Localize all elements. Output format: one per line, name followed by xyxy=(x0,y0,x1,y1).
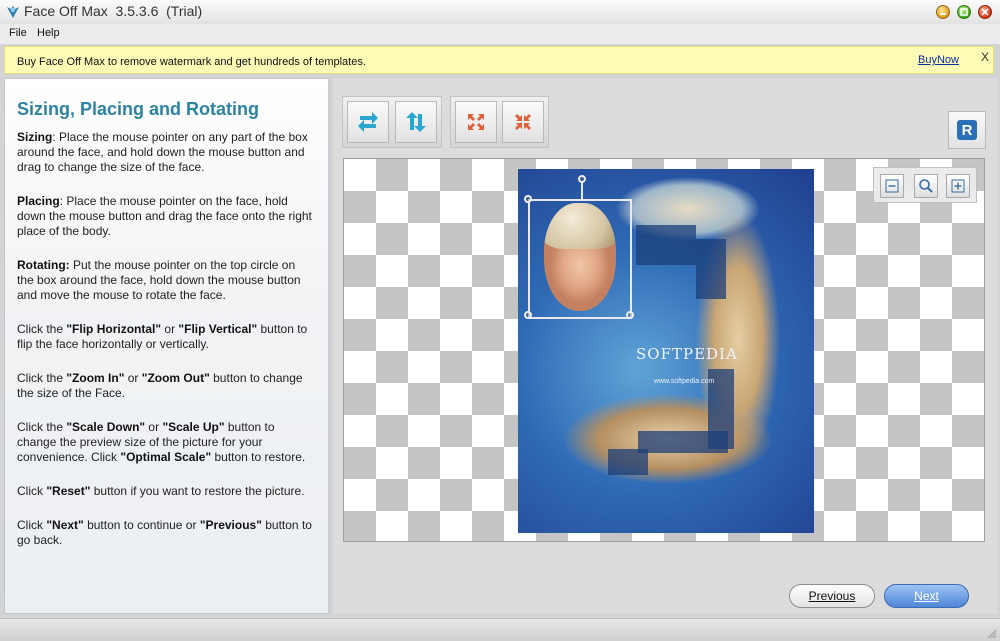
menu-file[interactable]: File xyxy=(9,27,27,39)
preview-zoom-controls xyxy=(873,167,977,203)
workspace-panel: R SOFTPEDIA www.softpedia.com xyxy=(333,78,997,614)
flip-vertical-icon xyxy=(406,112,426,132)
help-reset: Click "Reset" button if you want to rest… xyxy=(17,484,305,498)
reset-icon: R xyxy=(957,120,977,140)
maximize-button[interactable] xyxy=(957,5,971,19)
next-button[interactable]: Next xyxy=(884,584,969,608)
face-hair xyxy=(544,203,616,249)
flip-vertical-button[interactable] xyxy=(395,101,437,143)
scale-down-icon xyxy=(885,179,899,193)
help-placing: Placing: Place the mouse pointer on the … xyxy=(17,194,312,238)
scale-up-button[interactable] xyxy=(946,174,970,198)
help-panel: Sizing, Placing and Rotating Sizing: Pla… xyxy=(4,78,330,614)
preview-canvas[interactable]: SOFTPEDIA www.softpedia.com xyxy=(343,158,985,542)
zoom-in-face-icon xyxy=(468,114,484,130)
app-logo-icon xyxy=(5,4,21,23)
help-scale: Click the "Scale Down" or "Scale Up" but… xyxy=(17,420,306,464)
buy-now-link[interactable]: BuyNow xyxy=(918,54,959,66)
face-image[interactable] xyxy=(544,203,616,311)
face-selection-box[interactable] xyxy=(524,175,634,319)
previous-button[interactable]: Previous xyxy=(789,584,875,608)
face-zoom-toolgroup xyxy=(450,96,549,148)
scale-down-button[interactable] xyxy=(880,174,904,198)
flip-horizontal-button[interactable] xyxy=(347,101,389,143)
help-flip: Click the "Flip Horizontal" or "Flip Ver… xyxy=(17,322,308,351)
zoom-out-face-icon xyxy=(515,114,531,130)
resize-handle-bottom-right[interactable] xyxy=(626,311,634,319)
banner-close-button[interactable]: X xyxy=(981,50,989,64)
rotate-line xyxy=(581,181,583,201)
previous-label: Previous xyxy=(808,589,856,603)
title-bar: Face Off Max 3.5.3.6 (Trial) xyxy=(0,0,1000,25)
window-title: Face Off Max 3.5.3.6 (Trial) xyxy=(24,3,203,19)
optimal-scale-button[interactable] xyxy=(914,174,938,198)
help-sizing: Sizing: Place the mouse pointer on any p… xyxy=(17,130,308,174)
resize-handle-top-left[interactable] xyxy=(524,195,532,203)
reset-button[interactable]: R xyxy=(948,111,986,149)
menu-help[interactable]: Help xyxy=(37,27,60,39)
minimize-icon xyxy=(940,13,946,15)
watermark-url: www.softpedia.com xyxy=(654,378,715,385)
help-body: Sizing: Place the mouse pointer on any p… xyxy=(17,130,313,567)
close-icon xyxy=(981,8,989,16)
banner-message: Buy Face Off Max to remove watermark and… xyxy=(17,56,366,68)
next-label: Next xyxy=(914,589,939,603)
menu-bar: File Help xyxy=(0,24,1000,44)
resize-handle-bottom-left[interactable] xyxy=(524,311,532,319)
reset-letter: R xyxy=(962,122,973,139)
help-zoom: Click the "Zoom In" or "Zoom Out" button… xyxy=(17,371,303,400)
scale-up-icon xyxy=(951,179,965,193)
minimize-button[interactable] xyxy=(936,5,950,19)
rotate-handle[interactable] xyxy=(578,175,586,183)
flip-toolgroup xyxy=(342,96,442,148)
close-button[interactable] xyxy=(978,5,992,19)
watermark-text: SOFTPEDIA xyxy=(636,345,738,363)
resize-grip-icon[interactable] xyxy=(985,627,997,639)
face-zoom-in-button[interactable] xyxy=(455,101,497,143)
flip-horizontal-icon xyxy=(358,112,378,132)
trial-banner: Buy Face Off Max to remove watermark and… xyxy=(4,46,994,74)
template-photo: SOFTPEDIA www.softpedia.com xyxy=(518,169,814,533)
help-rotating: Rotating: Put the mouse pointer on the t… xyxy=(17,258,301,302)
optimal-scale-icon xyxy=(919,179,933,193)
help-title: Sizing, Placing and Rotating xyxy=(17,99,260,119)
help-navigation: Click "Next" button to continue or "Prev… xyxy=(17,518,312,547)
maximize-icon xyxy=(960,8,968,16)
face-zoom-out-button[interactable] xyxy=(502,101,544,143)
status-bar xyxy=(0,618,1000,641)
